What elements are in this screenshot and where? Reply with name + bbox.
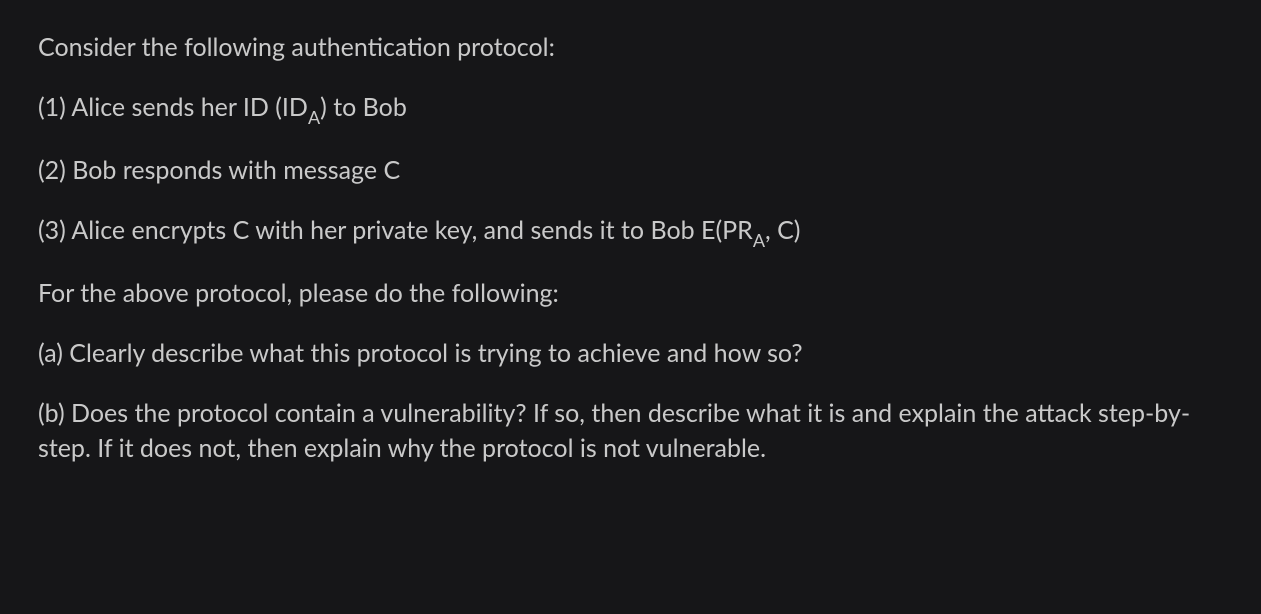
question-part-b: (b) Does the protocol contain a vulnerab… xyxy=(38,396,1231,466)
protocol-step-2: (2) Bob responds with message C xyxy=(38,153,1231,188)
step1-suffix: ) to Bob xyxy=(320,92,407,122)
instructions-text: For the above protocol, please do the fo… xyxy=(38,276,1231,311)
step1-prefix: (1) Alice sends her ID (ID xyxy=(38,92,308,122)
question-part-a: (a) Clearly describe what this protocol … xyxy=(38,336,1231,371)
step3-subscript: A xyxy=(753,229,765,251)
step3-prefix: (3) Alice encrypts C with her private ke… xyxy=(38,215,753,245)
intro-text: Consider the following authentication pr… xyxy=(38,30,1231,65)
protocol-step-3: (3) Alice encrypts C with her private ke… xyxy=(38,213,1231,251)
protocol-step-1: (1) Alice sends her ID (IDA) to Bob xyxy=(38,90,1231,128)
step3-suffix: , C) xyxy=(765,215,800,245)
step1-subscript: A xyxy=(308,106,320,128)
question-document: Consider the following authentication pr… xyxy=(38,30,1231,466)
